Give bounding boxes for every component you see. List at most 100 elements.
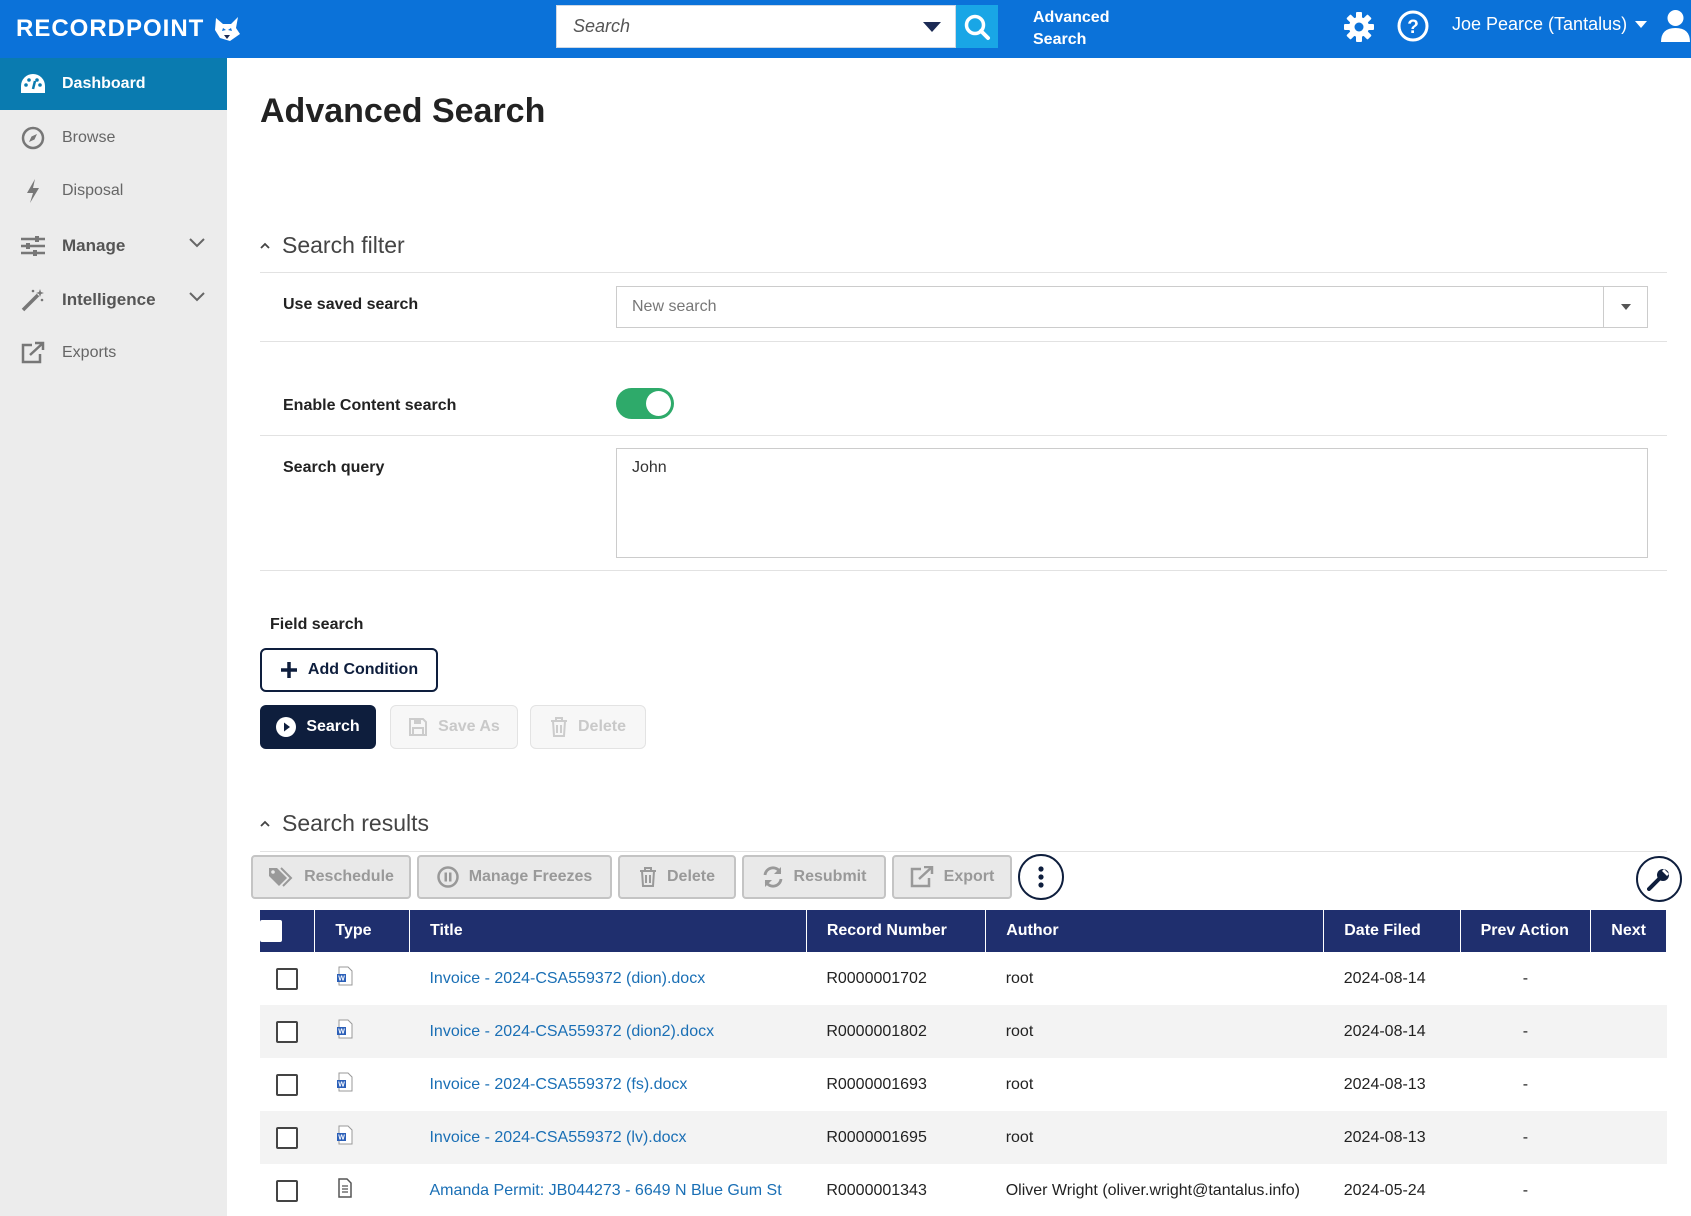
caret-down-icon [1635, 21, 1648, 28]
svg-text:W: W [338, 976, 345, 983]
search-results-title: Search results [282, 810, 430, 836]
gear-icon[interactable] [1342, 10, 1376, 44]
save-as-button[interactable]: Save As [390, 705, 518, 749]
column-header-type[interactable]: Type [314, 910, 410, 952]
saved-search-value: New search [632, 298, 717, 315]
dropdown-arrow[interactable] [1603, 287, 1647, 327]
column-header-author[interactable]: Author [985, 910, 1325, 952]
sidebar-item-exports[interactable]: Exports [0, 327, 227, 379]
user-avatar-icon[interactable] [1660, 9, 1691, 43]
table-row[interactable]: W Invoice - 2024-CSA559372 (dion2).docx … [260, 1005, 1667, 1058]
search-query-textarea[interactable]: John [616, 448, 1648, 558]
record-number-cell: R0000001343 [826, 1181, 927, 1199]
content-search-label: Enable Content search [283, 397, 457, 414]
save-as-label: Save As [438, 718, 500, 735]
type-cell: W [315, 1058, 410, 1111]
word-doc-icon: W [336, 1019, 353, 1039]
run-search-button[interactable]: Search [260, 705, 376, 749]
column-header-date-filed[interactable]: Date Filed [1323, 910, 1461, 952]
reschedule-button[interactable]: Reschedule [251, 855, 411, 899]
global-search-input[interactable] [557, 6, 917, 47]
advanced-search-link[interactable]: Advanced Search [1033, 7, 1109, 51]
column-header-prev-action[interactable]: Prev Action [1460, 910, 1592, 952]
dashboard-icon [20, 71, 46, 97]
field-search-label: Field search [270, 616, 364, 633]
table-row[interactable]: Amanda Permit: JB044273 - 6649 N Blue Gu… [260, 1164, 1667, 1216]
select-all-checkbox[interactable] [260, 920, 282, 942]
title-cell: Invoice - 2024-CSA559372 (fs).docx [409, 1058, 806, 1111]
record-title-link[interactable]: Invoice - 2024-CSA559372 (lv).docx [429, 1129, 686, 1146]
sidebar: Dashboard Browse Disposal Manage Intelli… [0, 58, 227, 1216]
table-header-row: Type Title Record Number Author Date Fil… [260, 910, 1667, 952]
more-actions-button[interactable] [1018, 854, 1064, 900]
column-settings-button[interactable] [1636, 856, 1682, 902]
row-checkbox[interactable] [276, 1126, 299, 1149]
search-filter-section-header[interactable]: Search filter [260, 232, 405, 259]
record-title-link[interactable]: Amanda Permit: JB044273 - 6649 N Blue Gu… [429, 1182, 781, 1199]
table-row[interactable]: W Invoice - 2024-CSA559372 (dion).docx R… [260, 952, 1667, 1005]
table-row[interactable]: W Invoice - 2024-CSA559372 (lv).docx R00… [260, 1111, 1667, 1164]
refresh-icon [763, 866, 782, 888]
advanced-search-line2: Search [1033, 31, 1087, 48]
row-select-cell [260, 1164, 315, 1216]
record-title-link[interactable]: Invoice - 2024-CSA559372 (dion).docx [429, 970, 705, 987]
resubmit-button[interactable]: Resubmit [742, 855, 886, 899]
saved-search-select[interactable]: New search [616, 286, 1648, 328]
help-icon[interactable]: ? [1396, 9, 1430, 43]
svg-text:?: ? [1407, 17, 1419, 38]
wrench-icon [1647, 869, 1669, 891]
export-label: Export [943, 868, 995, 885]
sidebar-item-label: Browse [62, 129, 116, 146]
type-cell: W [315, 952, 410, 1005]
sidebar-item-manage[interactable]: Manage [0, 220, 227, 272]
column-header-record-number[interactable]: Record Number [806, 910, 987, 952]
delete-records-button[interactable]: Delete [618, 855, 736, 899]
author-cell: root [1005, 1075, 1034, 1093]
tags-icon [269, 867, 293, 887]
divider [260, 570, 1667, 571]
divider [260, 851, 1667, 852]
search-query-label: Search query [283, 459, 385, 476]
results-table: Type Title Record Number Author Date Fil… [260, 910, 1667, 1216]
brand-name: RECORDPOINT [16, 15, 205, 42]
search-results-section-header[interactable]: Search results [260, 810, 429, 837]
compass-icon [20, 125, 46, 151]
search-icon [964, 14, 990, 40]
select-all-header [260, 910, 316, 952]
word-doc-icon: W [336, 1125, 353, 1145]
record-number-cell: R0000001702 [826, 969, 927, 987]
chevron-down-icon[interactable] [189, 292, 205, 302]
sidebar-item-browse[interactable]: Browse [0, 112, 227, 164]
next-cell [1591, 1058, 1667, 1111]
sidebar-item-disposal[interactable]: Disposal [0, 165, 227, 217]
export-button[interactable]: Export [892, 855, 1012, 899]
column-header-next[interactable]: Next [1590, 910, 1667, 952]
row-checkbox[interactable] [276, 1073, 299, 1096]
row-checkbox[interactable] [276, 1020, 299, 1043]
table-row[interactable]: W Invoice - 2024-CSA559372 (fs).docx R00… [260, 1058, 1667, 1111]
record-title-link[interactable]: Invoice - 2024-CSA559372 (fs).docx [429, 1076, 687, 1093]
svg-text:W: W [338, 1029, 345, 1036]
play-circle-icon [276, 717, 297, 737]
external-link-icon [20, 340, 46, 366]
sidebar-item-dashboard[interactable]: Dashboard [0, 58, 227, 110]
sidebar-item-intelligence[interactable]: Intelligence [0, 274, 227, 326]
delete-search-button[interactable]: Delete [530, 705, 646, 749]
user-menu[interactable]: Joe Pearce (Tantalus) [1452, 14, 1648, 35]
brand-logo[interactable]: RECORDPOINT [16, 14, 242, 44]
chevron-down-icon[interactable] [189, 238, 205, 248]
user-name-label: Joe Pearce (Tantalus) [1452, 14, 1628, 34]
search-button[interactable] [956, 5, 998, 48]
prev-action-cell: - [1522, 1075, 1529, 1093]
divider [260, 435, 1667, 436]
record-title-link[interactable]: Invoice - 2024-CSA559372 (dion2).docx [429, 1023, 714, 1040]
manage-freezes-button[interactable]: Manage Freezes [417, 855, 612, 899]
row-checkbox[interactable] [276, 967, 299, 990]
content-search-toggle[interactable] [616, 388, 674, 419]
add-condition-button[interactable]: Add Condition [260, 648, 438, 692]
sidebar-item-label: Manage [62, 236, 126, 255]
author-cell: Oliver Wright (oliver.wright@tantalus.in… [1005, 1181, 1300, 1199]
column-header-title[interactable]: Title [409, 910, 807, 952]
caret-down-icon[interactable] [923, 22, 941, 32]
row-checkbox[interactable] [276, 1179, 299, 1202]
